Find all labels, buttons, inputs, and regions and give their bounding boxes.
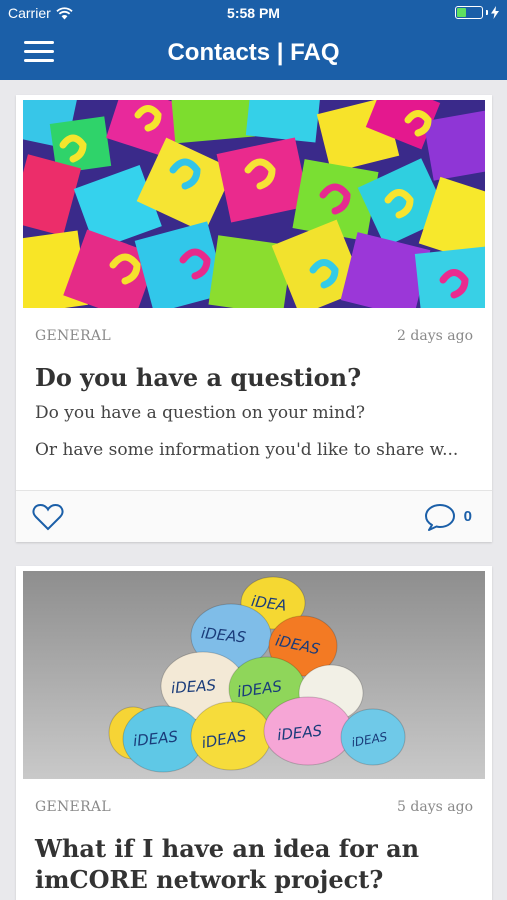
post-title[interactable]: What if I have an idea for an imCORE net… bbox=[35, 833, 473, 895]
post-age: 2 days ago bbox=[397, 328, 473, 344]
post-category: GENERAL bbox=[35, 799, 111, 815]
app-header: Carrier 5:58 PM Contacts | FAQ bbox=[0, 0, 507, 80]
charging-bolt-icon bbox=[491, 6, 499, 19]
post-category: GENERAL bbox=[35, 328, 111, 344]
heart-icon bbox=[32, 503, 64, 530]
page-title: Contacts | FAQ bbox=[167, 39, 340, 66]
battery-indicator bbox=[455, 6, 499, 19]
comments-button[interactable]: 0 bbox=[424, 503, 472, 531]
post-image-question-marks[interactable] bbox=[23, 100, 485, 308]
nav-bar: Contacts | FAQ bbox=[0, 28, 507, 80]
comment-bubble-icon bbox=[424, 503, 455, 531]
svg-text:iDEAS: iDEAS bbox=[170, 676, 217, 697]
post-snippet-line-1: Do you have a question on your mind? bbox=[35, 403, 366, 423]
status-bar: Carrier 5:58 PM bbox=[0, 0, 507, 28]
post-meta: GENERAL 5 days ago bbox=[35, 799, 473, 815]
like-button[interactable] bbox=[32, 503, 64, 531]
post-age: 5 days ago bbox=[397, 799, 473, 815]
post-card[interactable]: iDEA iDEAS iDEAS iDEAS iDEAS iDEAS iDEAS… bbox=[16, 566, 492, 900]
post-card[interactable]: GENERAL 2 days ago Do you have a questio… bbox=[16, 95, 492, 542]
post-body: GENERAL 5 days ago What if I have an ide… bbox=[23, 779, 485, 900]
comment-count: 0 bbox=[463, 508, 472, 525]
post-actions: 0 bbox=[16, 490, 492, 542]
post-feed: GENERAL 2 days ago Do you have a questio… bbox=[16, 95, 492, 900]
post-image-ideas-paper-balls[interactable]: iDEA iDEAS iDEAS iDEAS iDEAS iDEAS iDEAS… bbox=[23, 571, 485, 779]
post-meta: GENERAL 2 days ago bbox=[35, 328, 473, 344]
status-time: 5:58 PM bbox=[227, 5, 280, 21]
post-title[interactable]: Do you have a question? bbox=[35, 362, 473, 393]
post-snippet-line-2: Or have some information you'd like to s… bbox=[35, 440, 459, 460]
post-body: GENERAL 2 days ago Do you have a questio… bbox=[23, 308, 485, 490]
battery-icon bbox=[455, 6, 483, 19]
